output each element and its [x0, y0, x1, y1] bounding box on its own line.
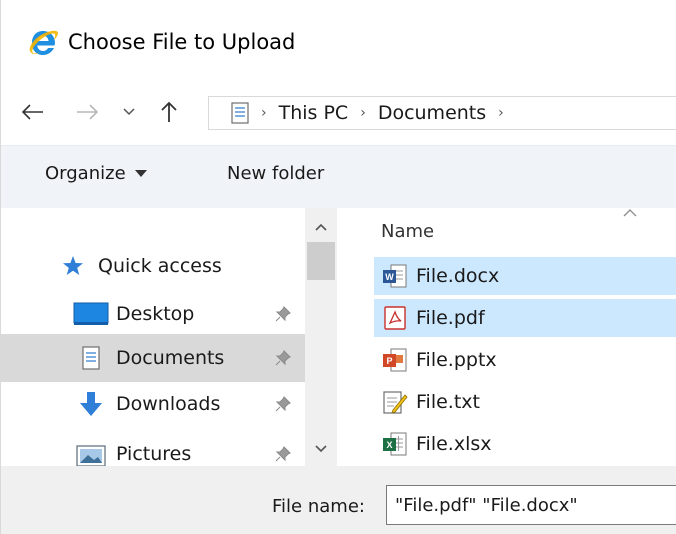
- file-list: Name W File.docx File.pdf P File.pptx Fi…: [337, 208, 676, 466]
- organize-label: Organize: [45, 163, 126, 184]
- breadcrumb-separator-icon: ›: [261, 105, 267, 121]
- scroll-down-button[interactable]: [305, 434, 337, 464]
- arrow-left-icon: [22, 104, 43, 120]
- scroll-up-button[interactable]: [305, 212, 337, 242]
- pin-icon[interactable]: [275, 396, 291, 412]
- file-upload-dialog: Choose File to Upload › This PC › Docume…: [0, 0, 676, 534]
- column-header-name[interactable]: Name: [337, 208, 676, 252]
- navigation-bar: › This PC › Documents ›: [1, 84, 676, 140]
- nav-item-quick-access[interactable]: Quick access: [1, 242, 305, 290]
- sort-ascending-icon: [623, 209, 637, 217]
- word-document-icon: W: [382, 263, 408, 289]
- navigation-pane-scrollbar[interactable]: [305, 208, 337, 466]
- nav-item-desktop[interactable]: Desktop: [1, 290, 305, 338]
- forward-button[interactable]: [69, 84, 105, 140]
- file-row-txt[interactable]: File.txt: [374, 383, 676, 421]
- svg-text:P: P: [386, 356, 392, 366]
- breadcrumb-documents[interactable]: Documents: [378, 102, 486, 124]
- nav-item-downloads[interactable]: Downloads: [1, 380, 305, 428]
- breadcrumb-separator-icon: ›: [498, 105, 504, 121]
- command-bar: Organize New folder: [1, 145, 676, 209]
- file-name: File.xlsx: [416, 433, 492, 455]
- scrollbar-thumb[interactable]: [307, 242, 335, 280]
- file-row-xlsx[interactable]: X File.xlsx: [374, 425, 676, 463]
- nav-item-label: Pictures: [116, 443, 192, 465]
- nav-item-label: Downloads: [116, 393, 221, 415]
- pin-icon[interactable]: [275, 350, 291, 366]
- filename-input[interactable]: [386, 485, 676, 525]
- navigation-pane: Quick access Desktop Documents Downloads…: [1, 208, 305, 466]
- nav-item-label: Desktop: [116, 303, 195, 325]
- file-name: File.pptx: [416, 349, 497, 371]
- nav-item-pictures[interactable]: Pictures: [1, 430, 305, 466]
- up-button[interactable]: [151, 84, 187, 140]
- address-bar[interactable]: › This PC › Documents ›: [208, 96, 676, 130]
- text-file-icon: [382, 389, 408, 415]
- file-name: File.docx: [416, 265, 500, 287]
- new-folder-button[interactable]: New folder: [227, 163, 324, 184]
- chevron-down-icon: [315, 445, 327, 453]
- file-name: File.txt: [416, 391, 480, 413]
- nav-item-label: Documents: [116, 347, 225, 369]
- title-bar: Choose File to Upload: [1, 0, 676, 84]
- svg-text:X: X: [386, 440, 392, 450]
- arrow-right-icon: [77, 104, 98, 120]
- arrow-up-icon: [161, 101, 177, 122]
- internet-explorer-icon: [29, 30, 58, 55]
- nav-item-documents[interactable]: Documents: [1, 334, 305, 382]
- breadcrumb-this-pc[interactable]: This PC: [279, 102, 349, 124]
- breadcrumb-separator-icon: ›: [360, 105, 366, 121]
- recent-locations-button[interactable]: [119, 84, 139, 140]
- documents-icon: [71, 343, 111, 373]
- dropdown-caret-icon: [134, 170, 147, 177]
- nav-item-label: Quick access: [98, 255, 222, 277]
- powerpoint-icon: P: [382, 347, 408, 373]
- pin-icon[interactable]: [275, 446, 291, 462]
- file-row-pdf[interactable]: File.pdf: [374, 299, 676, 337]
- filename-bar: File name:: [1, 466, 676, 534]
- file-row-pptx[interactable]: P File.pptx: [374, 341, 676, 379]
- window-title: Choose File to Upload: [68, 30, 296, 54]
- column-name-label: Name: [381, 221, 435, 242]
- back-button[interactable]: [15, 84, 51, 140]
- star-icon: [53, 251, 93, 281]
- pictures-icon: [71, 439, 111, 466]
- download-icon: [71, 389, 111, 419]
- file-row-docx[interactable]: W File.docx: [374, 257, 676, 295]
- file-name: File.pdf: [416, 307, 485, 329]
- excel-icon: X: [382, 431, 408, 457]
- organize-button[interactable]: Organize: [45, 163, 147, 184]
- svg-text:W: W: [385, 272, 394, 282]
- chevron-up-icon: [315, 223, 327, 231]
- documents-icon: [231, 102, 249, 124]
- desktop-icon: [71, 299, 111, 329]
- filename-label: File name:: [272, 496, 365, 517]
- chevron-down-icon: [123, 108, 135, 116]
- pdf-icon: [382, 305, 408, 331]
- pin-icon[interactable]: [275, 306, 291, 322]
